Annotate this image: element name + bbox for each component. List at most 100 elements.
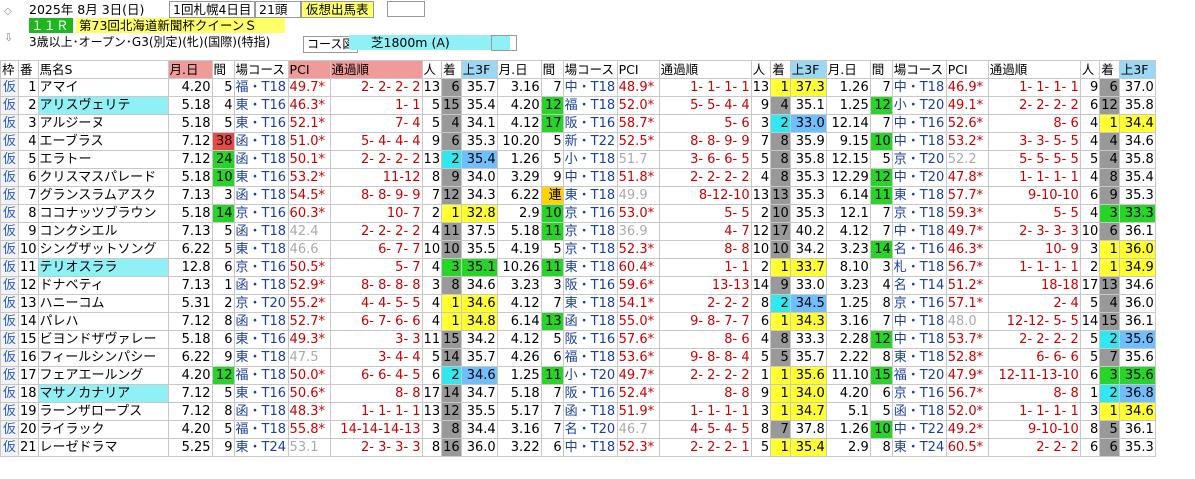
horse-name[interactable]: クリスマスパレード bbox=[37, 168, 169, 187]
column-header[interactable]: 月.日 bbox=[825, 60, 871, 79]
passing-order: 2- 2- 2- 2 bbox=[658, 366, 752, 385]
horse-name[interactable]: アルジーヌ bbox=[37, 114, 169, 133]
last-3f: 36.0 bbox=[1118, 240, 1156, 259]
column-header[interactable]: 月.日 bbox=[496, 60, 542, 79]
table-row[interactable]: 仮 17 フェアエールング 4.20 12 福・T18 50.0* 6- 6- 4- 5623… bbox=[0, 366, 1156, 385]
table-row[interactable]: 仮 3 アルジーヌ 5.18 5 東・T16 52.1* 7- 4 5 4 34.1 4.12 17 阪・… bbox=[0, 114, 1156, 133]
column-header[interactable]: 通過順 bbox=[987, 60, 1081, 79]
popularity: 4 bbox=[1079, 114, 1101, 133]
passing-order: 8- 6 bbox=[658, 330, 752, 349]
horse-name[interactable]: ライラック bbox=[37, 420, 169, 439]
column-header[interactable]: 着 bbox=[441, 60, 462, 79]
horse-name[interactable]: ビヨンドザヴァレー bbox=[37, 330, 169, 349]
waku-cell: 仮 bbox=[0, 150, 19, 169]
table-row[interactable]: 仮 16 フィールシンパシー 6.22 9 東・T18 47.5 3- 4- 4 5 14 35.7… bbox=[0, 348, 1156, 367]
table-row[interactable]: 仮 21 レーゼドラマ 5.25 9 東・T24 53.1 2- 3- 3- 3 8 16 36.0… bbox=[0, 438, 1156, 457]
track-course: 札・T18 bbox=[891, 258, 947, 277]
table-row[interactable]: 仮 2 アリスヴェリテ 5.18 4 東・T16 46.3* 1- 1 5 15 35.4 4.20 1… bbox=[0, 96, 1156, 115]
table-row[interactable]: 仮 19 ラーンザロープス 7.12 8 函・T18 48.3* 1- 1- 1- 1 13 12… bbox=[0, 402, 1156, 421]
table-row[interactable]: 仮 11 テリオスララ 12.8 6 京・T16 50.5* 5- 7 4 3 35.1 10.26 1… bbox=[0, 258, 1156, 277]
column-header[interactable]: 上3F bbox=[1118, 60, 1156, 79]
popularity: 13 bbox=[421, 402, 443, 421]
column-header[interactable]: 着 bbox=[770, 60, 791, 79]
horse-name[interactable]: フィールシンパシー bbox=[37, 348, 169, 367]
waku-cell: 仮 bbox=[0, 420, 19, 439]
column-header[interactable]: 通過順 bbox=[329, 60, 423, 79]
horse-name[interactable]: テリオスララ bbox=[37, 258, 169, 277]
horse-name[interactable]: グランスラムアスク bbox=[37, 186, 169, 205]
column-header[interactable]: 人 bbox=[421, 60, 443, 79]
column-header[interactable]: PCI bbox=[287, 60, 331, 79]
past-date: 7.13 bbox=[167, 186, 213, 205]
passing-order: 18-18 bbox=[987, 276, 1081, 295]
column-header[interactable]: 人 bbox=[1079, 60, 1101, 79]
passing-order: 2- 2- 2 bbox=[987, 438, 1081, 457]
last-3f: 34.4 bbox=[1118, 114, 1156, 133]
track-course: 京・T16 bbox=[891, 294, 947, 313]
column-header[interactable]: 番 bbox=[18, 60, 39, 79]
horse-name[interactable]: コンクシエル bbox=[37, 222, 169, 241]
column-header[interactable]: 月.日 bbox=[167, 60, 213, 79]
horse-name[interactable]: レーゼドラマ bbox=[37, 438, 169, 457]
tab-virtual-card[interactable]: 仮想出馬表 bbox=[301, 1, 374, 18]
column-header[interactable]: 上3F bbox=[460, 60, 498, 79]
passing-order: 1- 1- 1- 1 bbox=[329, 402, 423, 421]
table-row[interactable]: 仮 4 エーブラス 7.12 38 函・T18 51.0* 5- 4- 4- 4 9 6 35.3 1… bbox=[0, 132, 1156, 151]
column-header[interactable]: 間 bbox=[869, 60, 893, 79]
column-header[interactable]: PCI bbox=[616, 60, 660, 79]
column-header[interactable]: 馬名S bbox=[37, 60, 169, 79]
column-header[interactable]: 間 bbox=[540, 60, 564, 79]
column-header[interactable]: 枠 bbox=[0, 60, 19, 79]
table-row[interactable]: 仮 9 コンクシエル 7.13 5 函・T18 42.4 2- 2- 2- 2 4 11 37.5 5… bbox=[0, 222, 1156, 241]
table-row[interactable]: 仮 5 エラトー 7.12 24 函・T18 50.1* 2- 2- 2- 2 13 2 35.4 1… bbox=[0, 150, 1156, 169]
column-header[interactable]: 人 bbox=[750, 60, 772, 79]
column-header[interactable]: 場コース bbox=[562, 60, 618, 79]
popularity: 5 bbox=[750, 438, 772, 457]
blank-box[interactable] bbox=[387, 1, 425, 17]
table-row[interactable]: 仮 1 アマイ 4.20 5 福・T18 49.7* 2- 2- 2- 2 13 6 35.7 3.1… bbox=[0, 78, 1156, 97]
past-date: 4.12 bbox=[496, 114, 542, 133]
table-row[interactable]: 仮 14 パレハ 7.12 8 函・T18 52.7* 6- 7- 6- 6 4 1 34.8 6.1… bbox=[0, 312, 1156, 331]
passing-order: 5- 5 bbox=[658, 204, 752, 223]
table-row[interactable]: 仮 7 グランスラムアスク 7.13 3 函・T18 54.5* 8- 8- 9- 9 7 12 3… bbox=[0, 186, 1156, 205]
next-icon[interactable]: ⇩ bbox=[4, 30, 16, 48]
prev-icon[interactable]: ◇ bbox=[4, 4, 16, 22]
horse-name[interactable]: アリスヴェリテ bbox=[37, 96, 169, 115]
horse-name[interactable]: フェアエールング bbox=[37, 366, 169, 385]
passing-order: 5- 7 bbox=[329, 258, 423, 277]
column-header[interactable]: 場コース bbox=[233, 60, 289, 79]
horse-name[interactable]: ラーンザロープス bbox=[37, 402, 169, 421]
table-row[interactable]: 仮 20 ライラック 4.20 5 福・T18 55.8* 14-14-14-13 3 8 34.4… bbox=[0, 420, 1156, 439]
interval: 17 bbox=[540, 114, 564, 133]
horse-name[interactable]: アマイ bbox=[37, 78, 169, 97]
column-header[interactable]: 上3F bbox=[789, 60, 827, 79]
table-row[interactable]: 仮 18 マサノカナリア 7.12 5 東・T16 50.6* 8- 8 17 14 34.7 5.1… bbox=[0, 384, 1156, 403]
column-header[interactable]: 着 bbox=[1099, 60, 1120, 79]
column-header[interactable]: 場コース bbox=[891, 60, 947, 79]
horse-name[interactable]: マサノカナリア bbox=[37, 384, 169, 403]
last-3f: 32.8 bbox=[460, 204, 498, 223]
table-row[interactable]: 仮 6 クリスマスパレード 5.18 10 東・T16 53.2* 11-12 8 9 34.0 3.… bbox=[0, 168, 1156, 187]
horse-name[interactable]: ドナベティ bbox=[37, 276, 169, 295]
table-row[interactable]: 仮 10 シングザットソング 6.22 5 東・T18 46.6 6- 7- 7 10 10 35.… bbox=[0, 240, 1156, 259]
table-row[interactable]: 仮 15 ビヨンドザヴァレー 5.18 6 東・T16 49.3* 3- 3 11 15 34.2 4… bbox=[0, 330, 1156, 349]
column-header[interactable]: 通過順 bbox=[658, 60, 752, 79]
track-course: 名・T16 bbox=[891, 240, 947, 259]
table-row[interactable]: 仮 8 ココナッツブラウン 5.18 14 京・T16 60.3* 10- 7 2 1 32.8 2.… bbox=[0, 204, 1156, 223]
column-header[interactable]: 間 bbox=[211, 60, 235, 79]
table-row[interactable]: 仮 12 ドナベティ 7.13 1 函・T18 52.9* 8- 8- 8- 8 3 8 34.6 3… bbox=[0, 276, 1156, 295]
track-course: 函・T18 bbox=[233, 222, 289, 241]
horse-name[interactable]: シングザットソング bbox=[37, 240, 169, 259]
horse-name[interactable]: エーブラス bbox=[37, 132, 169, 151]
finish-position: 8 bbox=[770, 330, 791, 349]
horse-name[interactable]: エラトー bbox=[37, 150, 169, 169]
table-row[interactable]: 仮 13 ハニーコム 5.31 2 京・T20 55.2* 4- 4- 5- 5 4 1 34.6 4… bbox=[0, 294, 1156, 313]
horse-name[interactable]: ココナッツブラウン bbox=[37, 204, 169, 223]
finish-position: 4 bbox=[770, 96, 791, 115]
horse-name[interactable]: パレハ bbox=[37, 312, 169, 331]
column-header[interactable]: PCI bbox=[945, 60, 989, 79]
past-date: 3.22 bbox=[496, 438, 542, 457]
popularity: 8 bbox=[1079, 420, 1101, 439]
horse-name[interactable]: ハニーコム bbox=[37, 294, 169, 313]
blank-box-2[interactable] bbox=[491, 35, 517, 51]
